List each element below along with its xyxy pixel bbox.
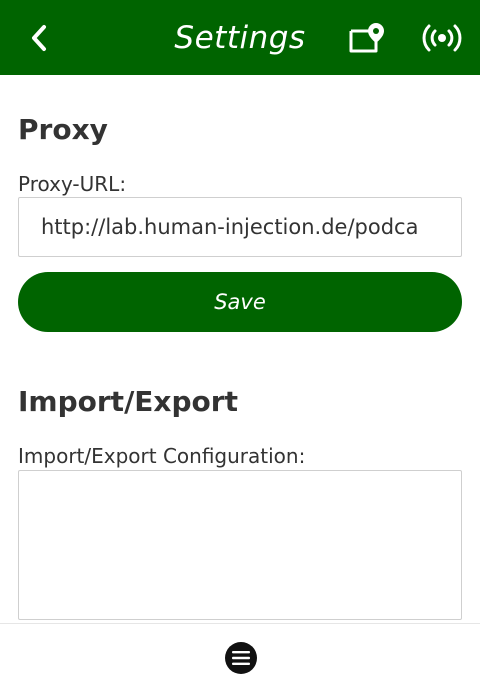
chevron-left-icon: [32, 25, 46, 51]
menu-button[interactable]: [225, 642, 257, 674]
card-pin-icon: [349, 23, 384, 53]
import-export-label: Import/Export Configuration:: [18, 444, 306, 468]
proxy-heading: Proxy: [18, 113, 108, 146]
settings-screen: Settings Proxy Proxy-URL: Save Import/Ex…: [0, 0, 480, 690]
import-export-heading: Import/Export: [18, 385, 238, 418]
broadcast-icon: [422, 24, 462, 52]
page-title: Settings: [174, 20, 306, 56]
card-pin-button[interactable]: [344, 18, 388, 58]
proxy-url-input[interactable]: [18, 197, 462, 257]
import-export-textarea[interactable]: [18, 470, 462, 620]
broadcast-button[interactable]: [418, 18, 466, 58]
back-button[interactable]: [22, 20, 56, 56]
save-button[interactable]: Save: [18, 272, 462, 332]
proxy-url-label: Proxy-URL:: [18, 172, 127, 196]
bottom-bar: [0, 623, 480, 690]
top-app-bar: Settings: [0, 0, 480, 75]
hamburger-menu-icon: [232, 651, 250, 665]
